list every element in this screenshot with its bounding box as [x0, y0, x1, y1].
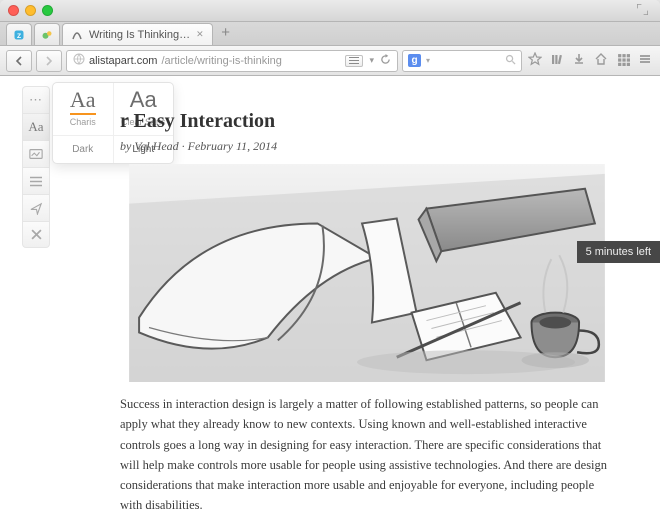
forward-button[interactable] — [36, 50, 62, 72]
theme-label: Dark — [72, 144, 93, 155]
font-sample: Aa — [53, 89, 113, 111]
dropdown-icon[interactable]: ▾ — [369, 55, 374, 66]
home-icon[interactable] — [592, 52, 610, 69]
page-viewport: ⋯ Aa Aa Charis Aa Clear Sans — [0, 76, 660, 519]
pinned-tab-2[interactable] — [34, 23, 60, 45]
reader-more-button[interactable]: ⋯ — [22, 86, 50, 113]
reader-close-button[interactable] — [22, 221, 50, 248]
search-icon[interactable] — [505, 54, 516, 68]
reader-save-button[interactable] — [22, 140, 50, 167]
menu-icon[interactable] — [636, 52, 654, 69]
reading-time-badge: 5 minutes left — [577, 241, 660, 263]
site-identity-icon — [73, 53, 85, 68]
article-title: r Easy Interaction — [120, 110, 614, 133]
window-minimize-button[interactable] — [25, 5, 36, 16]
reader-toc-button[interactable] — [22, 167, 50, 194]
article: r Easy Interaction by Val Head · Februar… — [120, 110, 614, 516]
browser-toolbar: alistapart.com/article/writing-is-thinki… — [0, 46, 660, 76]
reading-time-text: 5 minutes left — [586, 246, 651, 258]
search-box[interactable]: g ▾ — [402, 50, 522, 72]
theme-option-dark[interactable]: Dark — [53, 136, 113, 163]
reader-toolbar: ⋯ Aa — [22, 86, 50, 248]
active-tab[interactable]: Writing Is Thinking… ✕ — [62, 23, 213, 45]
downloads-icon[interactable] — [570, 52, 588, 69]
article-paragraph: Success in interaction design is largely… — [120, 394, 614, 516]
reader-share-button[interactable] — [22, 194, 50, 221]
reload-icon[interactable] — [380, 54, 391, 68]
reader-mode-icon[interactable] — [345, 55, 363, 67]
svg-text:Z: Z — [17, 33, 21, 40]
new-tab-button[interactable]: + — [217, 25, 235, 43]
search-provider-icon: g — [408, 54, 421, 67]
reader-typography-button[interactable]: Aa — [22, 113, 50, 140]
address-bar[interactable]: alistapart.com/article/writing-is-thinki… — [66, 50, 398, 72]
font-name-label: Charis — [53, 117, 113, 127]
selection-underline — [70, 113, 96, 115]
article-byline: by Val Head · February 11, 2014 — [120, 139, 614, 154]
site-favicon-icon — [71, 29, 83, 41]
fullscreen-icon[interactable] — [633, 3, 652, 19]
article-illustration — [120, 164, 614, 382]
pinned-tab-1[interactable]: Z — [6, 23, 32, 45]
url-host: alistapart.com — [89, 55, 157, 67]
window-close-button[interactable] — [8, 5, 19, 16]
window-zoom-button[interactable] — [42, 5, 53, 16]
browser-tabs: Z Writing Is Thinking… ✕ + — [0, 22, 660, 46]
font-sample: Aa — [114, 89, 174, 111]
library-icon[interactable] — [548, 52, 566, 69]
window-titlebar — [0, 0, 660, 22]
font-option-charis[interactable]: Aa Charis — [53, 83, 113, 135]
url-path: /article/writing-is-thinking — [161, 55, 281, 67]
search-dropdown-icon[interactable]: ▾ — [426, 56, 430, 65]
apps-grid-icon[interactable] — [614, 53, 632, 69]
window-traffic-lights — [8, 5, 53, 16]
back-button[interactable] — [6, 50, 32, 72]
tab-title: Writing Is Thinking… — [89, 29, 190, 41]
close-tab-icon[interactable]: ✕ — [196, 29, 204, 40]
bookmark-star-icon[interactable] — [526, 52, 544, 69]
